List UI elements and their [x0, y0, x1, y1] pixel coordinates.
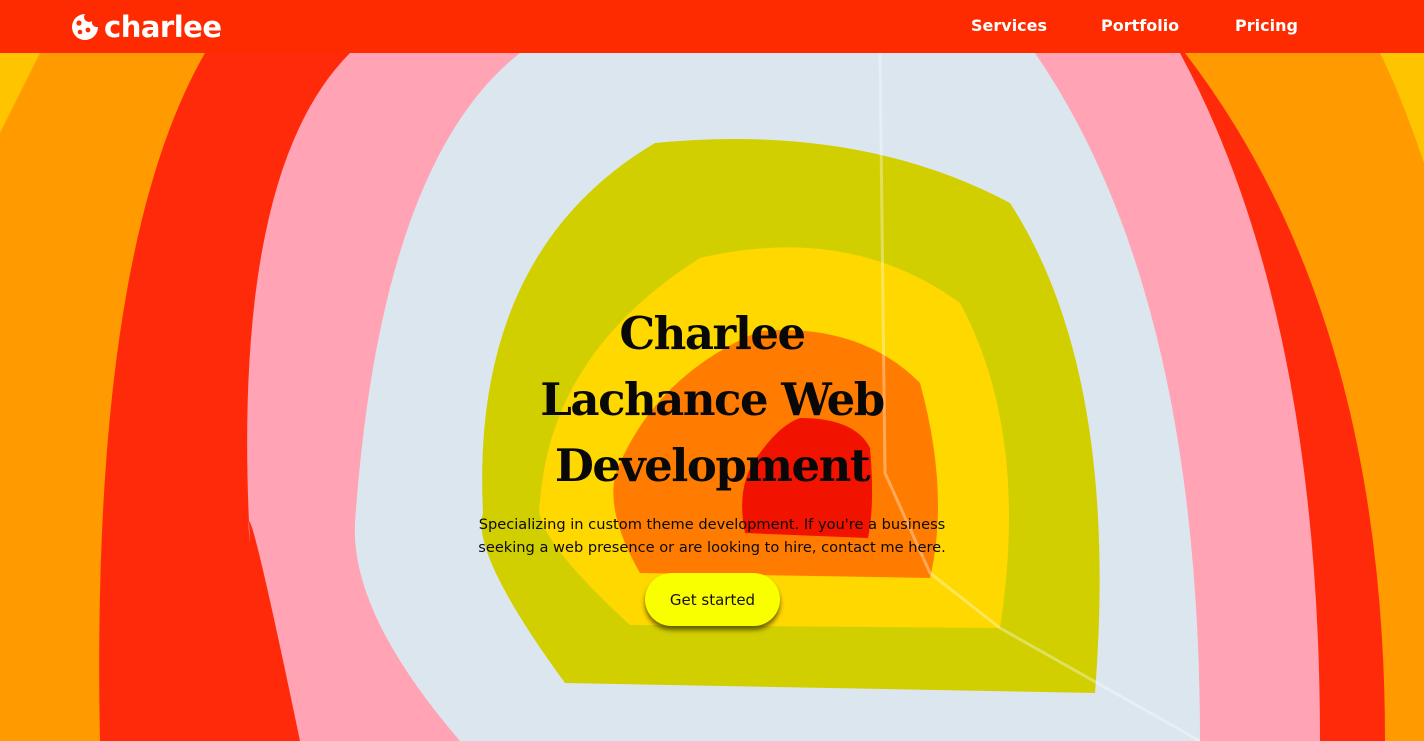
nav-link-services[interactable]: Services — [971, 16, 1047, 36]
get-started-button[interactable]: Get started — [645, 573, 780, 626]
nav-link-portfolio[interactable]: Portfolio — [1101, 16, 1179, 36]
hero-title: Charlee Lachance Web Development — [540, 307, 885, 492]
cookie-icon — [72, 14, 98, 40]
hero-section: Charlee Lachance Web Development Special… — [0, 53, 1424, 741]
hero-subtitle: Specializing in custom theme development… — [478, 516, 946, 556]
nav-link-pricing[interactable]: Pricing — [1235, 16, 1298, 36]
top-navigation-bar: charlee Services Portfolio Pricing — [0, 0, 1424, 53]
brand-name: charlee — [104, 10, 222, 44]
brand-logo-link[interactable]: charlee — [70, 10, 222, 44]
